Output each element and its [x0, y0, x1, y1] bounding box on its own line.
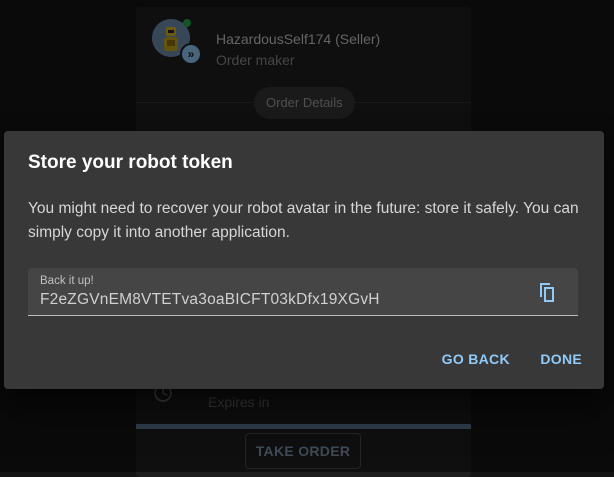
- copy-icon[interactable]: [536, 280, 558, 304]
- go-back-button[interactable]: GO BACK: [442, 351, 510, 367]
- token-field-label: Back it up!: [40, 275, 94, 287]
- dialog-actions: GO BACK DONE: [416, 351, 582, 369]
- done-button[interactable]: DONE: [540, 351, 582, 367]
- token-field[interactable]: Back it up! F2eZGVnEM8VTETva3oaBICFT03kD…: [28, 268, 578, 316]
- dialog-description: You might need to recover your robot ava…: [28, 200, 579, 241]
- token-value[interactable]: F2eZGVnEM8VTETva3oaBICFT03kDfx19XGvH: [40, 291, 380, 309]
- store-token-dialog: Store your robot token You might need to…: [4, 131, 604, 389]
- dialog-title: Store your robot token: [28, 152, 233, 173]
